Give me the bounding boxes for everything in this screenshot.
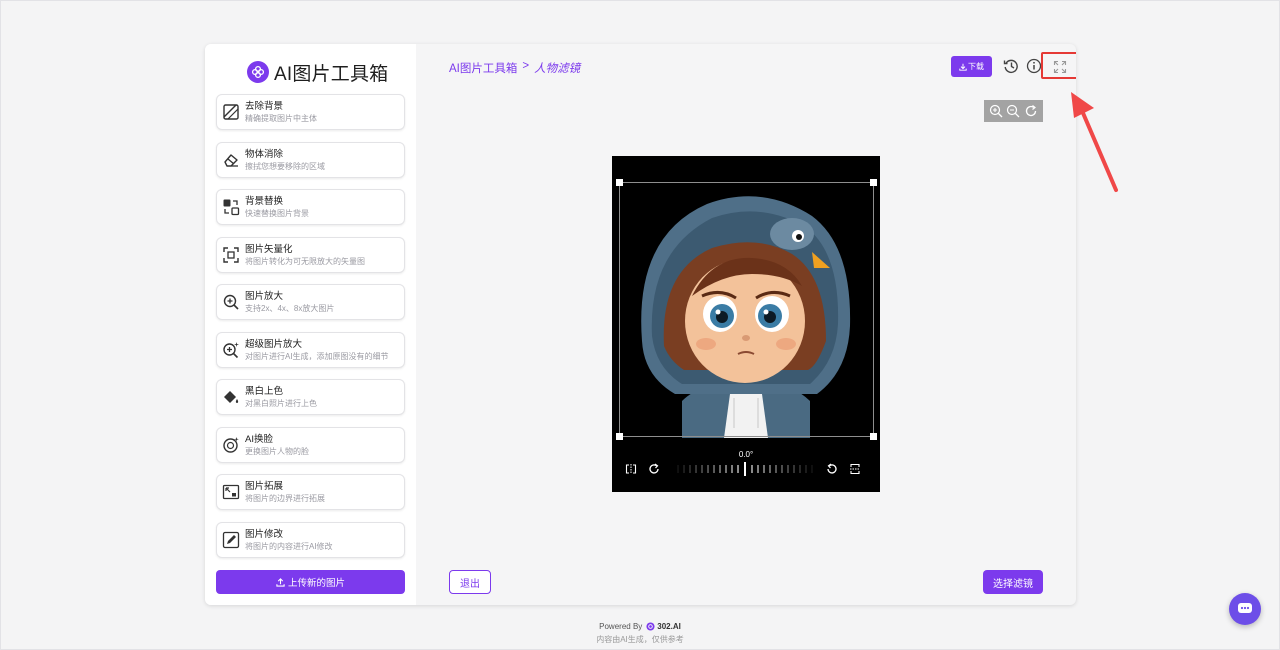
tool-desc: 更换图片人物的脸 <box>245 446 309 456</box>
tool-name: 黑白上色 <box>245 386 284 397</box>
expand-image-icon <box>222 484 240 500</box>
tool-desc: 对黑白照片进行上色 <box>245 399 317 408</box>
tool-name: 图片修改 <box>245 528 284 540</box>
zoom-out-icon[interactable] <box>1006 104 1020 118</box>
zoom-in-icon[interactable] <box>989 104 1003 118</box>
breadcrumb-root[interactable]: AI图片工具箱 <box>449 60 517 76</box>
powered-by-label: Powered By <box>599 622 643 631</box>
footer-logo-icon <box>646 622 655 631</box>
tool-desc: 对图片进行AI生成，添加原图没有的细节 <box>245 351 389 361</box>
tool-name: 图片放大 <box>245 291 284 302</box>
replace-bg-icon <box>223 199 240 216</box>
rotate-left-icon[interactable] <box>826 463 838 475</box>
tool-desc: 将图片的内容进行AI修改 <box>245 541 333 551</box>
upload-button-label: 上传新的图片 <box>287 578 345 589</box>
image-editor: 0.0° <box>612 156 880 492</box>
brand-title: AI图片工具箱 <box>274 63 389 85</box>
annotation-arrow-icon <box>1071 92 1118 192</box>
tool-name: 图片拓展 <box>245 481 284 492</box>
rotation-angle-readout: 0.0° <box>738 450 754 459</box>
flip-horizontal-icon[interactable] <box>625 463 637 475</box>
tool-name: 图片矢量化 <box>245 243 293 255</box>
remove-bg-icon <box>223 104 239 120</box>
flip-vertical-icon[interactable] <box>849 463 861 475</box>
highlight-annotation-box <box>1041 52 1076 79</box>
vector-icon <box>223 246 239 263</box>
zoom-in-icon <box>223 294 239 310</box>
info-icon[interactable] <box>1026 58 1042 74</box>
tool-desc: 擦拭您想要移除的区域 <box>245 161 325 171</box>
sidebar: AI图片工具箱 去除背景 精确提取图片中主体 物体消除 擦拭您想要移除的区域 背… <box>205 44 416 605</box>
chat-bubble-icon <box>1238 603 1252 613</box>
tool-name: 背景替换 <box>245 196 284 207</box>
paint-bucket-icon <box>224 391 239 403</box>
tool-name: 超级图片放大 <box>245 338 303 350</box>
tool-super-upscale[interactable]: 超级图片放大 对图片进行AI生成，添加原图没有的细节 <box>216 331 405 368</box>
exit-button[interactable]: 退出 <box>449 570 491 594</box>
breadcrumb-current: 人物滤镜 <box>534 63 581 75</box>
tool-name: AI换脸 <box>245 433 273 445</box>
tool-edit[interactable]: 图片修改 将图片的内容进行AI修改 <box>216 521 405 558</box>
tool-name: 去除背景 <box>245 101 284 112</box>
tool-upscale[interactable]: 图片放大 支持2x、4x、8x放大图片 <box>216 284 405 320</box>
tool-desc: 精确提取图片中主体 <box>245 114 317 123</box>
tool-remove-background[interactable]: 去除背景 精确提取图片中主体 <box>216 94 405 130</box>
download-button-label: 下载 <box>968 62 984 71</box>
zoom-toolbar <box>984 100 1043 122</box>
crop-area[interactable] <box>616 179 877 440</box>
rotation-ruler-slider[interactable] <box>676 462 816 476</box>
edit-image-icon <box>222 531 240 548</box>
footer-disclaimer: 内容由AI生成，仅供参考 <box>596 635 684 644</box>
eraser-icon <box>224 153 238 167</box>
chat-support-button[interactable] <box>1229 593 1261 625</box>
tool-background-replace[interactable]: 背景替换 快速替换图片背景 <box>216 189 405 225</box>
crop-handle-bottom-left[interactable] <box>616 433 623 440</box>
tool-desc: 将图片转化为可无限放大的矢量图 <box>245 256 365 266</box>
face-swap-icon <box>223 436 239 453</box>
tool-object-removal[interactable]: 物体消除 擦拭您想要移除的区域 <box>216 141 405 178</box>
rotate-right-icon[interactable] <box>648 463 660 475</box>
download-icon <box>959 63 967 71</box>
crop-handle-top-right[interactable] <box>870 179 877 186</box>
tool-desc: 快速替换图片背景 <box>245 209 309 218</box>
select-filter-button[interactable]: 选择滤镜 <box>983 570 1043 594</box>
download-button[interactable]: 下载 <box>951 56 992 77</box>
brand: AI图片工具箱 <box>247 59 388 85</box>
brand-logo-icon <box>247 61 269 83</box>
breadcrumb: AI图片工具箱 > 人物滤镜 <box>449 60 580 76</box>
footer-brand[interactable]: 302.AI <box>646 622 681 631</box>
crop-handle-top-left[interactable] <box>616 179 623 186</box>
history-icon[interactable] <box>1003 58 1019 74</box>
upload-new-image-button[interactable]: 上传新的图片 <box>216 570 405 594</box>
footer-brand-name: 302.AI <box>657 622 681 631</box>
tool-desc: 支持2x、4x、8x放大图片 <box>245 304 335 313</box>
tool-vectorize[interactable]: 图片矢量化 将图片转化为可无限放大的矢量图 <box>216 236 405 273</box>
breadcrumb-separator: > <box>522 60 530 72</box>
super-zoom-icon <box>223 341 239 358</box>
tool-outpaint[interactable]: 图片拓展 将图片的边界进行拓展 <box>216 474 405 510</box>
app-card: AI图片工具箱 去除背景 精确提取图片中主体 物体消除 擦拭您想要移除的区域 背… <box>205 44 1076 605</box>
tool-list: 去除背景 精确提取图片中主体 物体消除 擦拭您想要移除的区域 背景替换 快速替换… <box>216 94 405 569</box>
tool-face-swap[interactable]: AI换脸 更换图片人物的脸 <box>216 426 405 463</box>
reset-icon[interactable] <box>1024 104 1038 118</box>
upload-icon <box>276 577 285 587</box>
tool-desc: 将图片的边界进行拓展 <box>245 494 325 503</box>
footer: Powered By 302.AI 内容由AI生成，仅供参考 <box>0 622 1280 645</box>
crop-handle-bottom-right[interactable] <box>870 433 877 440</box>
tool-colorize[interactable]: 黑白上色 对黑白照片进行上色 <box>216 379 405 415</box>
tool-name: 物体消除 <box>245 148 284 160</box>
